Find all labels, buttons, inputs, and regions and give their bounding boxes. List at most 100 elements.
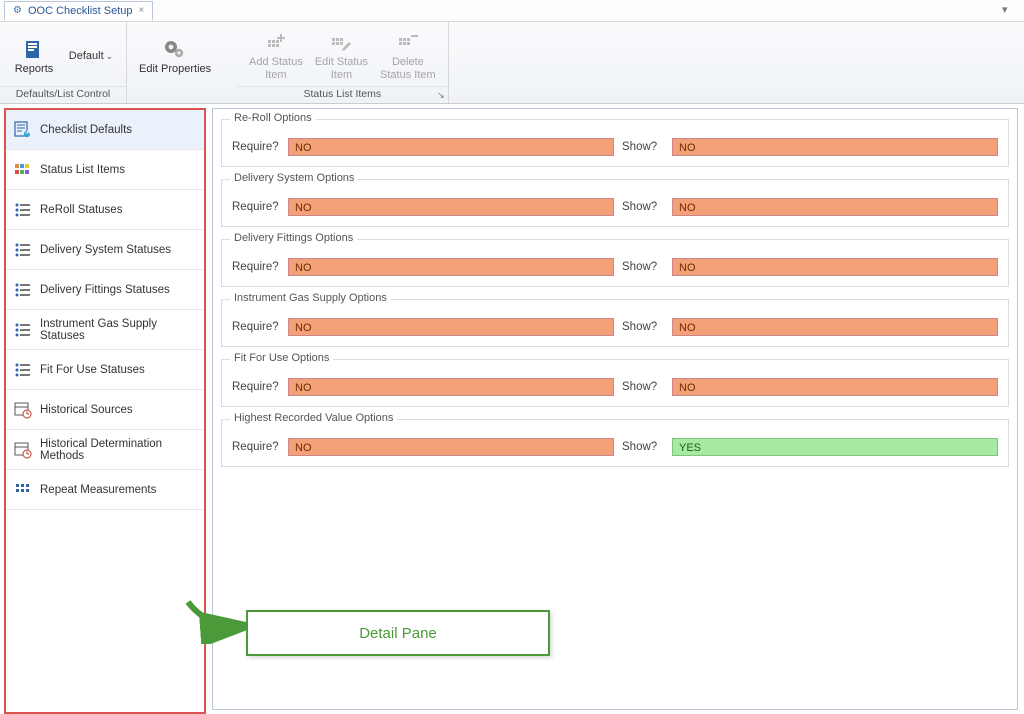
show-value[interactable]: NO <box>672 378 998 396</box>
group-title: Instrument Gas Supply Options <box>230 292 391 304</box>
option-group: Instrument Gas Supply OptionsRequire?NOS… <box>221 299 1009 347</box>
delete-status-item-button: Delete Status Item <box>378 28 438 83</box>
delete-status-l1: Delete <box>392 56 424 69</box>
calendar-clock-icon <box>14 401 32 419</box>
edit-icon <box>329 30 353 56</box>
list-icon <box>14 201 32 219</box>
sidebar-item-checklist-defaults[interactable]: Checklist Defaults <box>6 110 204 150</box>
sidebar-item-label: ReRoll Statuses <box>40 204 122 216</box>
add-status-l2: Item <box>265 69 286 82</box>
sidebar-item-label: Status List Items <box>40 164 125 176</box>
ribbon: Reports Default⌄ Defaults/List Control E… <box>0 22 1024 104</box>
default-dropdown[interactable]: Default⌄ <box>66 48 116 65</box>
show-value[interactable]: NO <box>672 138 998 156</box>
require-value[interactable]: NO <box>288 438 614 456</box>
ribbon-group-label-status-items: Status List Items ↘ <box>237 86 448 103</box>
ribbon-group2-text: Status List Items <box>304 88 382 100</box>
show-value[interactable]: NO <box>672 318 998 336</box>
option-group: Fit For Use OptionsRequire?NOShow?NO <box>221 359 1009 407</box>
show-value[interactable]: NO <box>672 198 998 216</box>
edit-status-l1: Edit Status <box>315 56 368 69</box>
edit-status-l2: Item <box>331 69 352 82</box>
ribbon-group-label-defaults: Defaults/List Control <box>0 86 126 103</box>
show-value[interactable]: NO <box>672 258 998 276</box>
group-title: Highest Recorded Value Options <box>230 412 397 424</box>
chevron-down-icon: ⌄ <box>106 51 114 61</box>
show-value[interactable]: YES <box>672 438 998 456</box>
delete-icon <box>396 30 420 56</box>
grid-small-icon <box>14 481 32 499</box>
require-value[interactable]: NO <box>288 258 614 276</box>
sidebar-item-label: Repeat Measurements <box>40 484 156 496</box>
sidebar-item-status-list-items[interactable]: Status List Items <box>6 150 204 190</box>
option-group: Re-Roll OptionsRequire?NOShow?NO <box>221 119 1009 167</box>
grid-color-icon <box>14 161 32 179</box>
edit-status-item-button: Edit Status Item <box>313 28 370 83</box>
require-value[interactable]: NO <box>288 318 614 336</box>
default-label: Default <box>69 50 104 62</box>
sidebar-item-label: Historical Sources <box>40 404 133 416</box>
require-label: Require? <box>232 141 280 153</box>
sidebar-item-historical-determination-methods[interactable]: Historical Determination Methods <box>6 430 204 470</box>
sidebar-item-delivery-fittings-statuses[interactable]: Delivery Fittings Statuses <box>6 270 204 310</box>
group-title: Re-Roll Options <box>230 112 316 124</box>
dialog-launcher-icon[interactable]: ↘ <box>437 90 445 101</box>
require-value[interactable]: NO <box>288 378 614 396</box>
sidebar-item-instrument-gas-supply-statuses[interactable]: Instrument Gas Supply Statuses <box>6 310 204 350</box>
list-icon <box>14 281 32 299</box>
sidebar-item-label: Delivery Fittings Statuses <box>40 284 170 296</box>
sidebar-item-label: Historical Determination Methods <box>40 438 196 462</box>
edit-properties-button[interactable]: Edit Properties <box>137 35 213 78</box>
show-label: Show? <box>622 261 664 273</box>
show-label: Show? <box>622 201 664 213</box>
show-label: Show? <box>622 381 664 393</box>
reports-label: Reports <box>15 63 54 76</box>
require-value[interactable]: NO <box>288 198 614 216</box>
tab-title: OOC Checklist Setup <box>28 5 133 17</box>
show-label: Show? <box>622 441 664 453</box>
add-status-item-button: Add Status Item <box>247 28 305 83</box>
add-status-l1: Add Status <box>249 56 303 69</box>
list-icon <box>14 321 32 339</box>
edit-properties-label: Edit Properties <box>139 63 211 76</box>
window-dropdown-icon[interactable]: ▾ <box>1002 3 1018 15</box>
reports-button[interactable]: Reports <box>10 35 58 78</box>
option-group: Highest Recorded Value OptionsRequire?NO… <box>221 419 1009 467</box>
sidebar-item-label: Instrument Gas Supply Statuses <box>40 318 196 342</box>
require-label: Require? <box>232 441 280 453</box>
require-label: Require? <box>232 201 280 213</box>
gear-properties-icon <box>162 37 188 63</box>
list-icon <box>14 241 32 259</box>
require-value[interactable]: NO <box>288 138 614 156</box>
sidebar-item-label: Delivery System Statuses <box>40 244 171 256</box>
annotation-label: Detail Pane <box>359 625 437 642</box>
checklist-icon <box>14 121 32 139</box>
gear-icon: ⚙ <box>13 5 22 16</box>
require-label: Require? <box>232 321 280 333</box>
group-title: Fit For Use Options <box>230 352 333 364</box>
sidebar-item-repeat-measurements[interactable]: Repeat Measurements <box>6 470 204 510</box>
calendar-clock-icon <box>14 441 32 459</box>
annotation-label-box: Detail Pane <box>246 610 550 656</box>
sidebar-item-reroll-statuses[interactable]: ReRoll Statuses <box>6 190 204 230</box>
sidebar-item-delivery-system-statuses[interactable]: Delivery System Statuses <box>6 230 204 270</box>
delete-status-l2: Status Item <box>380 69 436 82</box>
sidebar-item-label: Fit For Use Statuses <box>40 364 145 376</box>
sidebar-item-historical-sources[interactable]: Historical Sources <box>6 390 204 430</box>
add-icon <box>264 30 288 56</box>
sidebar-item-label: Checklist Defaults <box>40 124 132 136</box>
sidebar: Checklist Defaults Status List Items ReR… <box>4 108 206 714</box>
require-label: Require? <box>232 261 280 273</box>
close-icon[interactable]: × <box>139 5 145 16</box>
list-icon <box>14 361 32 379</box>
show-label: Show? <box>622 321 664 333</box>
report-icon <box>22 37 46 63</box>
require-label: Require? <box>232 381 280 393</box>
group-title: Delivery Fittings Options <box>230 232 357 244</box>
option-group: Delivery System OptionsRequire?NOShow?NO <box>221 179 1009 227</box>
show-label: Show? <box>622 141 664 153</box>
tab-bar: ⚙ OOC Checklist Setup × ▾ <box>0 0 1024 22</box>
option-group: Delivery Fittings OptionsRequire?NOShow?… <box>221 239 1009 287</box>
sidebar-item-fit-for-use-statuses[interactable]: Fit For Use Statuses <box>6 350 204 390</box>
tab-ooc-checklist-setup[interactable]: ⚙ OOC Checklist Setup × <box>4 1 153 21</box>
